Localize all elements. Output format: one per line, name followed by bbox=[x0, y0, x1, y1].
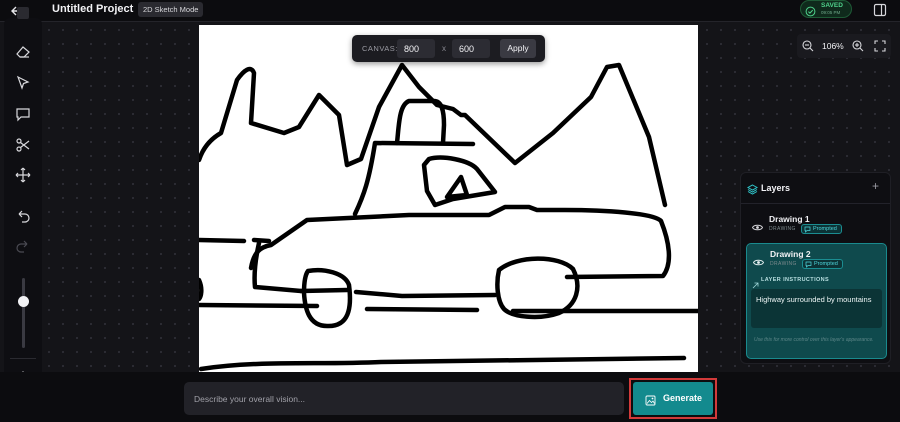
undo-icon[interactable] bbox=[14, 207, 32, 225]
layer-name: Drawing 2 bbox=[770, 249, 811, 259]
generate-highlight: Generate bbox=[629, 378, 717, 419]
layers-icon bbox=[746, 182, 759, 200]
comment-icon[interactable] bbox=[14, 105, 32, 123]
sketch-drawing bbox=[199, 62, 698, 372]
image-icon bbox=[645, 393, 656, 411]
vision-input[interactable] bbox=[184, 382, 624, 415]
layers-divider bbox=[741, 203, 890, 204]
layer-name: Drawing 1 bbox=[769, 214, 810, 224]
layer-instructions-input[interactable]: Highway surrounded by mountains bbox=[751, 289, 882, 328]
canvas-width-input[interactable] bbox=[397, 39, 435, 58]
layers-panel: Layers + Drawing 1 DRAWING Prompted Draw… bbox=[740, 172, 891, 364]
redo-icon[interactable] bbox=[14, 237, 32, 255]
generate-label: Generate bbox=[663, 393, 703, 403]
pointer-icon[interactable] bbox=[14, 74, 32, 92]
prompted-badge: Prompted bbox=[802, 259, 843, 269]
plus-icon[interactable]: + bbox=[872, 179, 879, 193]
layer-type: DRAWING bbox=[769, 226, 796, 232]
check-circle-icon bbox=[805, 4, 816, 22]
canvas-size-label: CANVAS: bbox=[362, 44, 398, 53]
top-bar: Untitled Project 2D Sketch Mode SAVED 09… bbox=[0, 0, 900, 22]
comment-icon bbox=[805, 261, 812, 271]
eye-icon[interactable] bbox=[751, 219, 764, 237]
move-icon[interactable] bbox=[14, 166, 32, 184]
drawing-canvas[interactable] bbox=[199, 25, 698, 372]
sidebar-panel-icon[interactable] bbox=[872, 2, 888, 18]
project-title[interactable]: Untitled Project bbox=[52, 3, 133, 15]
layer-type: DRAWING bbox=[770, 261, 797, 267]
canvas-height-input[interactable] bbox=[452, 39, 490, 58]
toolbar-divider bbox=[10, 358, 36, 359]
comment-icon bbox=[804, 226, 811, 236]
layer-instructions-text: Highway surrounded by mountains bbox=[756, 295, 872, 304]
brush-size-slider-thumb[interactable] bbox=[18, 296, 29, 307]
layer-item-drawing-1[interactable]: Drawing 1 DRAWING Prompted bbox=[746, 209, 887, 241]
layer-item-drawing-2[interactable]: Drawing 2 DRAWING Prompted LAYER INSTRUC… bbox=[746, 243, 887, 359]
save-status-time: 09:05 PM bbox=[821, 10, 841, 15]
zoom-in-icon[interactable] bbox=[851, 39, 865, 53]
canvas-size-separator: x bbox=[442, 44, 446, 53]
zoom-controls: 106% bbox=[797, 34, 891, 58]
zoom-out-icon[interactable] bbox=[801, 39, 815, 53]
canvas-size-bar: CANVAS: x Apply bbox=[352, 35, 545, 62]
fit-screen-icon[interactable] bbox=[873, 39, 887, 53]
prompt-bar: Generate bbox=[0, 372, 900, 422]
tool-palette bbox=[4, 7, 42, 394]
eye-icon[interactable] bbox=[752, 254, 765, 272]
save-status-badge: SAVED 09:05 PM bbox=[800, 0, 852, 18]
layer-instructions-hint: Use this for more control over this laye… bbox=[754, 337, 874, 343]
prompted-badge: Prompted bbox=[801, 224, 842, 234]
brush-icon[interactable] bbox=[14, 4, 32, 22]
generate-button[interactable]: Generate bbox=[633, 382, 713, 415]
zoom-level: 106% bbox=[822, 41, 844, 51]
layers-title: Layers bbox=[761, 183, 791, 193]
eraser-icon[interactable] bbox=[14, 42, 32, 60]
brush-size-slider-track[interactable] bbox=[22, 278, 25, 348]
layer-instructions-label: LAYER INSTRUCTIONS bbox=[761, 277, 830, 283]
save-status-label: SAVED bbox=[821, 2, 843, 9]
apply-button[interactable]: Apply bbox=[500, 39, 536, 58]
mode-badge: 2D Sketch Mode bbox=[138, 2, 204, 17]
scissors-icon[interactable] bbox=[14, 136, 32, 154]
